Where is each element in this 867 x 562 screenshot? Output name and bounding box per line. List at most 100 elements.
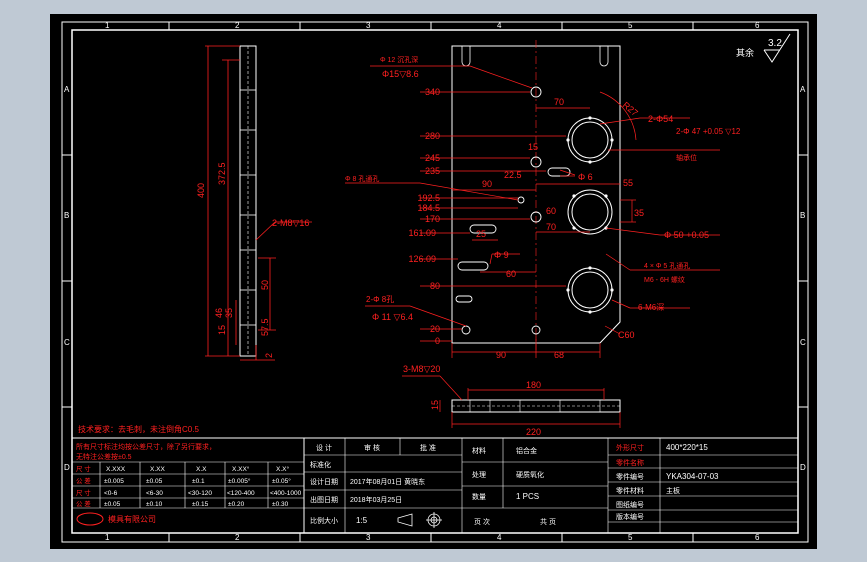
tol-title: 所有尺寸标注均按公差尺寸，除了另行要求， <box>76 442 216 451</box>
tol-cell: <400-1000 <box>270 490 302 497</box>
tb-right-value: 主板 <box>666 486 680 495</box>
row-label: A <box>64 85 70 94</box>
tb-mid-label: 数量 <box>472 492 486 501</box>
dim-small-b: 35 <box>224 308 234 318</box>
ydim: 80 <box>430 281 440 291</box>
tb-right-label: 版本编号 <box>616 512 644 521</box>
col-label: 6 <box>755 21 760 30</box>
tb-right-label: 零件名称 <box>616 458 644 467</box>
callout-bore-47-note: 轴承位 <box>676 153 697 162</box>
tol-header: X.XX <box>150 466 165 473</box>
roughness-value: 3.2 <box>768 38 782 49</box>
col-label: 6 <box>755 533 760 542</box>
dim-inner: 372.5 <box>217 162 227 185</box>
company-name: 模具有限公司 <box>108 514 156 524</box>
xdim: 22.5 <box>504 170 522 180</box>
row-label: C <box>800 338 806 347</box>
ydim: 340 <box>425 87 440 97</box>
tol-cell: <30-120 <box>188 490 212 497</box>
tol-cell: 尺 寸 <box>76 488 91 497</box>
tb-total: 共 页 <box>540 517 556 526</box>
col-label: 2 <box>235 533 240 542</box>
dim-overall: 400 <box>196 183 206 198</box>
row-label: D <box>800 463 806 472</box>
tol-header: 尺 寸 <box>76 464 91 473</box>
callout-bore-47: 2-Φ 47 +0.05 ▽12 <box>676 127 741 136</box>
tol-cell: <120-400 <box>227 490 255 497</box>
xdim: 35 <box>634 208 644 218</box>
ydim: 192.5 <box>417 193 440 203</box>
xdim: 68 <box>554 350 564 360</box>
tb-right-label: 零件编号 <box>616 472 644 481</box>
callout-chamfer: C60 <box>618 330 635 340</box>
xdim: 25 <box>476 229 486 239</box>
ydim: 235 <box>425 166 440 176</box>
tb-row-value: 1:5 <box>356 516 368 525</box>
callout-left-hole: Φ 8 孔通孔 <box>345 174 379 183</box>
tol-header: X.XX° <box>232 465 250 473</box>
callout-m6: 6-M6深 <box>638 303 664 312</box>
dim-spacing-a: 57.5 <box>260 318 270 336</box>
row-label: B <box>800 211 805 220</box>
callout-bore-50: Φ 50 +0.05 <box>664 230 709 240</box>
dim-spacing-b: 15 <box>217 325 227 335</box>
dim-width: 220 <box>526 427 541 437</box>
tb-row-label: 标准化 <box>310 460 331 469</box>
ydim: 126.09 <box>408 254 436 264</box>
tol-header: X.X <box>196 466 207 473</box>
ydim: 245 <box>425 153 440 163</box>
tol-cell: ±0.1 <box>192 478 205 485</box>
tol-cell: ±0.05 <box>146 478 163 485</box>
tol-cell: ±0.05 <box>104 501 121 508</box>
xdim: 55 <box>623 178 633 188</box>
tol-cell: ±0.30 <box>272 501 289 508</box>
dim-thickness: 2 <box>264 353 274 358</box>
tb-right-value: YKA304-07-03 <box>666 472 719 481</box>
xdim: 60 <box>506 269 516 279</box>
tol-cell: <0-6 <box>104 490 118 497</box>
tb-mid-label: 材料 <box>472 446 486 455</box>
xdim: 70 <box>546 222 556 232</box>
tb-mid-value: 1 PCS <box>516 492 539 501</box>
dim-thickness: 15 <box>430 400 440 410</box>
callout-four-holes: 4 × Φ 5 孔通孔 <box>644 261 690 270</box>
xdim: 90 <box>482 179 492 189</box>
bottom-callout: 3-M8▽20 <box>403 364 440 374</box>
tb-page: 页 次 <box>474 517 490 526</box>
callout-hole-6: Φ 6 <box>578 172 593 182</box>
tol-cell: ±0.005° <box>228 477 251 485</box>
col-label: 5 <box>628 533 633 542</box>
tb-right-value: 400*220*15 <box>666 443 708 452</box>
col-label: 4 <box>497 21 502 30</box>
sign-review: 审 核 <box>364 443 380 452</box>
col-label: 3 <box>366 21 371 30</box>
tb-right-label: 图纸编号 <box>616 500 644 509</box>
tb-row-label: 设计日期 <box>310 477 338 486</box>
ydim: 20 <box>430 324 440 334</box>
sign-approve: 批 准 <box>420 443 436 452</box>
tb-right-label: 外形尺寸 <box>616 443 644 452</box>
tb-mid-label: 处理 <box>472 470 486 479</box>
callout-top-hole: Φ 12 沉孔深 <box>380 55 418 64</box>
roughness-label: 其余 <box>736 47 754 58</box>
tol-cell: ±0.20 <box>228 501 245 508</box>
callout-hole-9: Φ 9 <box>494 250 509 260</box>
tol-cell: ±0.15 <box>192 501 209 508</box>
col-label: 4 <box>497 533 502 542</box>
dim-small-a: 46 <box>214 308 224 318</box>
tb-row-value: 2018年03月25日 <box>350 495 402 504</box>
tb-right-label: 零件材料 <box>616 486 644 495</box>
cad-drawing: 1 2 3 4 5 6 1 2 3 4 5 6 A B C D A B C D … <box>50 14 817 549</box>
tol-cell: 公 差 <box>76 499 91 508</box>
ydim: 0 <box>435 336 440 346</box>
dim-inner: 180 <box>526 380 541 390</box>
xdim: 90 <box>496 350 506 360</box>
row-label: D <box>64 463 70 472</box>
callout-four-holes-note: M6 - 6H 螺纹 <box>644 275 685 284</box>
callout-top-hole-size: Φ15▽8.6 <box>382 69 419 79</box>
callout-left-bottom: 2-Φ 8孔 <box>366 295 394 304</box>
tb-mid-value: 硬质氧化 <box>516 470 544 479</box>
xdim: 60 <box>546 206 556 216</box>
col-label: 5 <box>628 21 633 30</box>
tol-cell: ±0.05° <box>272 477 291 485</box>
